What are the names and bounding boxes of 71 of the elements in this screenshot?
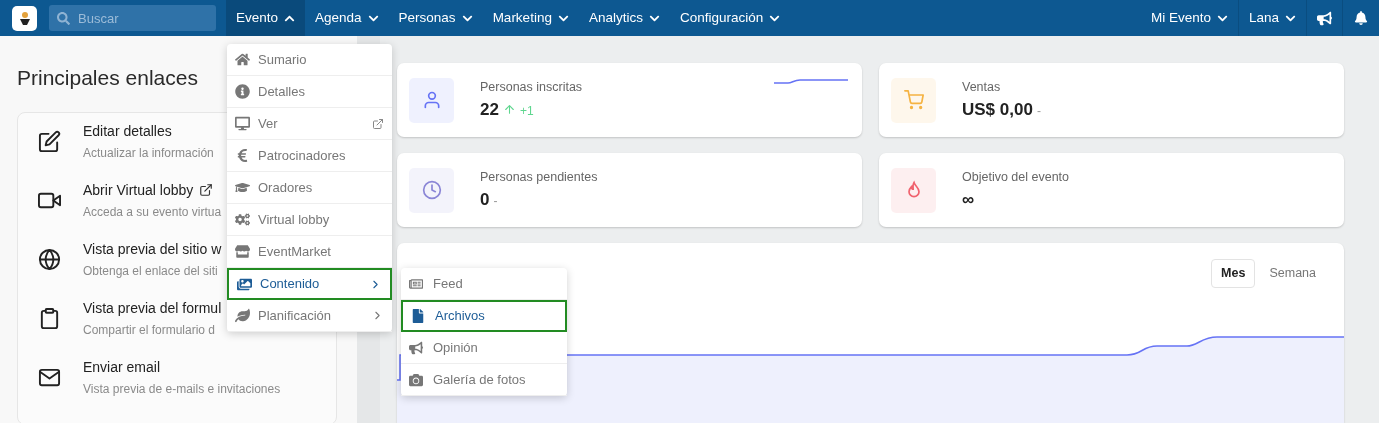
submenu-item[interactable]: Feed — [401, 268, 567, 300]
link-title: Enviar email — [83, 357, 161, 377]
quick-link[interactable]: Enviar email Vista previa de e-mails e invitaciones — [18, 356, 336, 416]
graduation-cap-icon — [235, 180, 250, 195]
stat-value: 0 — [480, 188, 490, 211]
camera-icon — [409, 372, 423, 387]
dropdown-item[interactable]: Patrocinadores — [227, 140, 392, 172]
images-icon — [237, 276, 252, 292]
nav-menu[interactable]: Lana — [1238, 0, 1307, 36]
clock-icon — [421, 180, 442, 200]
link-title: Editar detalles — [83, 121, 172, 141]
globe-icon — [38, 247, 61, 271]
search-icon — [57, 12, 70, 25]
megaphone-icon — [1317, 10, 1332, 26]
dropdown-item[interactable]: Contenido — [227, 268, 392, 300]
nav-menu[interactable]: Personas — [388, 0, 483, 36]
link-description: Acceda a su evento virtua — [83, 203, 222, 221]
gears-icon — [235, 212, 250, 227]
search-field[interactable]: Buscar — [49, 5, 216, 31]
link-title: Abrir Virtual lobby — [83, 180, 194, 200]
stat-value: ∞ — [962, 188, 975, 211]
dropdown-item[interactable]: Oradores — [227, 172, 392, 204]
clipboard-icon — [38, 306, 61, 330]
stat-label: Ventas — [962, 78, 1002, 96]
external-link-icon — [372, 117, 384, 130]
link-description: Compartir el formulario d — [83, 321, 217, 339]
newspaper-icon — [409, 276, 423, 291]
stat-value: US$ 0,00 — [962, 98, 1033, 121]
megaphone-icon — [409, 340, 423, 355]
file-icon — [411, 309, 425, 323]
nav-menu[interactable]: Analytics — [578, 0, 670, 36]
dropdown-item[interactable]: Ver — [227, 108, 392, 140]
dropdown-item[interactable]: Planificación — [227, 300, 392, 332]
euro-icon — [235, 148, 250, 163]
nav-menu[interactable]: Agenda — [305, 0, 389, 36]
nav-menu[interactable]: Mi Evento — [1140, 0, 1239, 36]
link-description: Obtenga el enlace del siti — [83, 262, 219, 280]
stat-label: Personas inscritas — [480, 78, 583, 96]
link-title: Vista previa del sitio w — [83, 239, 222, 259]
stat-label: Personas pendientes — [480, 168, 598, 186]
submenu-item[interactable]: Archivos — [401, 300, 567, 332]
arrow-up-icon — [502, 102, 516, 116]
submenu-item[interactable]: Opinión — [401, 332, 567, 364]
nav-menu[interactable]: Configuración — [669, 0, 791, 36]
panel-title: Principales enlaces — [17, 65, 198, 91]
nav-menu[interactable]: Evento — [226, 0, 306, 36]
link-description: Vista previa de e-mails e invitaciones — [83, 380, 281, 398]
dropdown-item[interactable]: EventMarket — [227, 236, 392, 268]
dropdown-item[interactable]: Virtual lobby — [227, 204, 392, 236]
pencil-icon — [38, 129, 61, 153]
info-icon — [235, 84, 250, 99]
dropdown-item[interactable]: Detalles — [227, 76, 392, 108]
submenu-item[interactable]: Galería de fotos — [401, 364, 567, 396]
link-description: Actualizar la información — [83, 144, 214, 162]
leaf-icon — [235, 308, 250, 323]
app-logo[interactable] — [12, 5, 37, 31]
dropdown-item[interactable]: Sumario — [227, 44, 392, 76]
house-icon — [235, 52, 250, 67]
period-tab[interactable]: Semana — [1259, 259, 1326, 288]
stat-change: - — [493, 192, 498, 210]
cart-icon — [903, 90, 924, 110]
stat-label: Objetivo del evento — [962, 168, 1069, 186]
monitor-icon — [235, 116, 250, 131]
store-icon — [235, 244, 250, 259]
stat-value: 22 — [480, 98, 499, 121]
period-tab[interactable]: Mes — [1211, 259, 1256, 288]
stat-change: - — [1036, 102, 1041, 120]
stat-change: +1 — [519, 102, 534, 120]
link-title: Vista previa del formul — [83, 298, 222, 318]
nav-menu[interactable]: Marketing — [482, 0, 579, 36]
bell-icon — [1354, 11, 1368, 25]
